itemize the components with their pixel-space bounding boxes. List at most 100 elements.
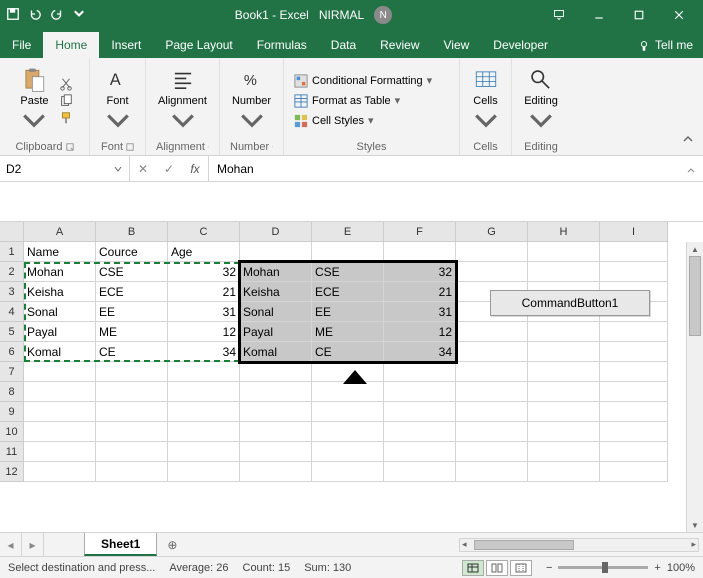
cut-icon[interactable] <box>59 77 73 91</box>
cell[interactable]: Mohan <box>240 262 312 282</box>
tab-developer[interactable]: Developer <box>481 32 560 58</box>
zoom-in-icon[interactable]: + <box>654 562 660 574</box>
cell[interactable] <box>600 362 668 382</box>
editing-button[interactable]: Editing <box>520 65 562 137</box>
add-sheet-icon[interactable]: ⊕ <box>157 533 187 556</box>
qat-dropdown-icon[interactable] <box>72 7 86 24</box>
cell[interactable] <box>528 242 600 262</box>
row-header[interactable]: 1 <box>0 242 24 262</box>
row-header[interactable]: 11 <box>0 442 24 462</box>
number-button[interactable]: % Number <box>228 65 275 137</box>
normal-view-icon[interactable] <box>462 560 484 576</box>
cell[interactable] <box>456 462 528 482</box>
tab-page-layout[interactable]: Page Layout <box>153 32 244 58</box>
row-header[interactable]: 9 <box>0 402 24 422</box>
cell[interactable] <box>312 402 384 422</box>
cell[interactable] <box>24 462 96 482</box>
cell[interactable] <box>240 402 312 422</box>
cell[interactable] <box>384 442 456 462</box>
row-header[interactable]: 6 <box>0 342 24 362</box>
collapse-ribbon-icon[interactable] <box>681 132 695 149</box>
cell[interactable]: ECE <box>312 282 384 302</box>
cell[interactable] <box>456 442 528 462</box>
cell[interactable]: ECE <box>96 282 168 302</box>
cell[interactable] <box>168 442 240 462</box>
ribbon-options-icon[interactable] <box>541 3 577 27</box>
sheet-nav-next-icon[interactable]: ▸ <box>22 533 44 556</box>
cell[interactable] <box>456 422 528 442</box>
cell[interactable]: Payal <box>24 322 96 342</box>
vertical-scrollbar[interactable]: ▲ ▼ <box>686 242 703 532</box>
sheet-nav-prev-icon[interactable]: ◂ <box>0 533 22 556</box>
cell[interactable] <box>96 402 168 422</box>
cell[interactable] <box>168 462 240 482</box>
cell[interactable]: 21 <box>168 282 240 302</box>
minimize-icon[interactable] <box>581 3 617 27</box>
tab-home[interactable]: Home <box>43 32 99 58</box>
command-button-1[interactable]: CommandButton1 <box>490 290 650 316</box>
cell[interactable]: Sonal <box>24 302 96 322</box>
close-icon[interactable] <box>661 3 697 27</box>
cell[interactable] <box>456 262 528 282</box>
cell[interactable] <box>600 442 668 462</box>
cell[interactable] <box>24 362 96 382</box>
column-header[interactable]: I <box>600 222 668 242</box>
cell[interactable] <box>312 382 384 402</box>
cell[interactable] <box>456 322 528 342</box>
cell[interactable]: 32 <box>384 262 456 282</box>
row-header[interactable]: 12 <box>0 462 24 482</box>
cell[interactable]: Komal <box>240 342 312 362</box>
cell[interactable] <box>600 422 668 442</box>
column-header[interactable]: C <box>168 222 240 242</box>
cell[interactable] <box>528 422 600 442</box>
cell[interactable] <box>24 422 96 442</box>
cell[interactable] <box>96 422 168 442</box>
cell[interactable] <box>24 382 96 402</box>
cell[interactable]: Age <box>168 242 240 262</box>
enter-formula-icon[interactable]: ✓ <box>156 162 182 176</box>
cell[interactable]: CE <box>312 342 384 362</box>
cell[interactable] <box>240 462 312 482</box>
cell[interactable]: 12 <box>168 322 240 342</box>
tab-formulas[interactable]: Formulas <box>245 32 319 58</box>
cell[interactable] <box>528 462 600 482</box>
cell[interactable] <box>384 422 456 442</box>
cell[interactable] <box>384 402 456 422</box>
cell[interactable] <box>168 422 240 442</box>
cell[interactable] <box>312 362 384 382</box>
sheet-tab[interactable]: Sheet1 <box>84 533 157 556</box>
cell[interactable] <box>528 342 600 362</box>
column-header[interactable]: G <box>456 222 528 242</box>
cell[interactable]: 32 <box>168 262 240 282</box>
user-avatar[interactable]: N <box>374 6 392 24</box>
redo-icon[interactable] <box>50 7 64 24</box>
cell[interactable]: ME <box>312 322 384 342</box>
cell[interactable] <box>96 462 168 482</box>
cell[interactable] <box>24 402 96 422</box>
cell[interactable]: 12 <box>384 322 456 342</box>
cell[interactable] <box>240 422 312 442</box>
cell[interactable] <box>384 462 456 482</box>
row-header[interactable]: 5 <box>0 322 24 342</box>
cell[interactable] <box>240 242 312 262</box>
format-as-table-button[interactable]: Format as Table▾ <box>294 94 400 108</box>
cell[interactable]: 34 <box>168 342 240 362</box>
cell[interactable] <box>528 382 600 402</box>
paste-button[interactable]: Paste <box>16 65 52 137</box>
zoom-level[interactable]: 100% <box>667 562 695 574</box>
cell[interactable] <box>168 382 240 402</box>
cell[interactable] <box>240 442 312 462</box>
cell[interactable] <box>96 442 168 462</box>
undo-icon[interactable] <box>28 7 42 24</box>
cell[interactable] <box>528 402 600 422</box>
conditional-formatting-button[interactable]: Conditional Formatting▾ <box>294 74 432 88</box>
cell[interactable] <box>528 442 600 462</box>
cell[interactable] <box>312 422 384 442</box>
tell-me[interactable]: Tell me <box>627 32 703 58</box>
cell[interactable]: CE <box>96 342 168 362</box>
cell[interactable] <box>456 362 528 382</box>
cells-button[interactable]: Cells <box>469 65 503 137</box>
cell[interactable]: Mohan <box>24 262 96 282</box>
cell[interactable] <box>168 402 240 422</box>
cell[interactable] <box>24 442 96 462</box>
